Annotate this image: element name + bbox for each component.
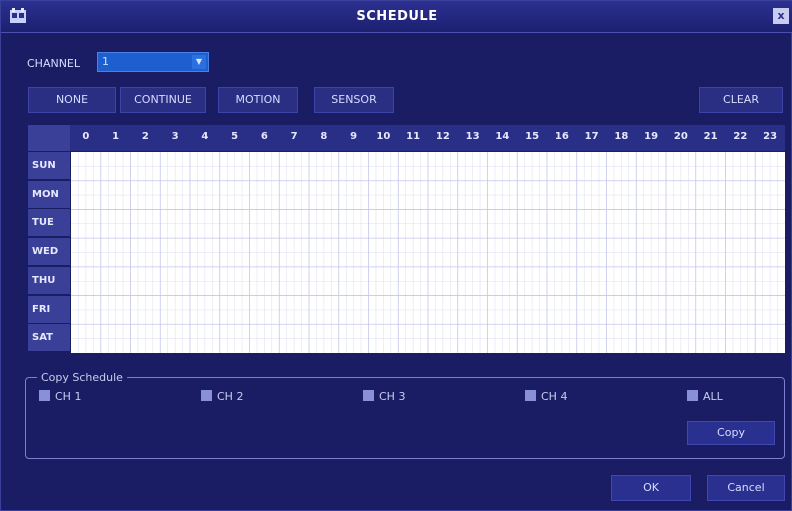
chevron-down-icon[interactable]: ▼ — [192, 55, 206, 69]
copy-schedule-title: Copy Schedule — [37, 371, 127, 384]
day-label[interactable]: TUE — [28, 209, 70, 238]
checkbox-icon[interactable] — [39, 390, 50, 401]
hour-label: 9 — [350, 131, 358, 142]
channel-value: 1 — [102, 55, 109, 68]
channel-select[interactable]: 1 ▼ — [97, 52, 209, 72]
checkbox-label: CH 1 — [55, 390, 82, 403]
mode-motion-button[interactable]: MOTION — [218, 87, 298, 113]
hour-label: 4 — [201, 131, 209, 142]
checkbox-ch3[interactable]: CH 3 — [363, 390, 405, 403]
channel-label: CHANNEL — [27, 57, 81, 70]
hour-label: 22 — [733, 131, 748, 142]
checkbox-ch1[interactable]: CH 1 — [39, 390, 81, 403]
hour-label: 17 — [584, 131, 599, 142]
schedule-dialog: SCHEDULE x CHANNEL 1 ▼ NONE CONTINUE MOT… — [0, 0, 792, 511]
hour-label: 13 — [465, 131, 480, 142]
hour-label: 3 — [171, 131, 179, 142]
mode-none-button[interactable]: NONE — [28, 87, 116, 113]
day-label[interactable]: WED — [28, 238, 70, 267]
hour-label: 11 — [406, 131, 421, 142]
day-label[interactable]: THU — [28, 266, 70, 295]
day-label[interactable]: MON — [28, 180, 70, 209]
title-bar: SCHEDULE x — [1, 1, 792, 33]
mode-sensor-button[interactable]: SENSOR — [314, 87, 394, 113]
schedule-grid-lines — [71, 152, 785, 353]
hour-label: 21 — [703, 131, 718, 142]
ok-button[interactable]: OK — [611, 475, 691, 501]
hour-label: 2 — [141, 131, 149, 142]
clear-button[interactable]: CLEAR — [699, 87, 783, 113]
day-label[interactable]: SAT — [28, 324, 70, 353]
checkbox-icon[interactable] — [201, 390, 212, 401]
checkbox-label: ALL — [703, 390, 723, 403]
hour-label: 6 — [260, 131, 268, 142]
hour-label: 23 — [763, 131, 778, 142]
checkbox-ch2[interactable]: CH 2 — [201, 390, 243, 403]
checkbox-ch4[interactable]: CH 4 — [525, 390, 567, 403]
hour-label: 18 — [614, 131, 629, 142]
window-title: SCHEDULE — [356, 9, 438, 24]
hour-label: 14 — [495, 131, 510, 142]
schedule-grid[interactable] — [71, 152, 785, 353]
checkbox-icon[interactable] — [363, 390, 374, 401]
checkbox-icon[interactable] — [525, 390, 536, 401]
close-button[interactable]: x — [773, 8, 789, 24]
hour-label: 8 — [320, 131, 328, 142]
checkbox-label: CH 3 — [379, 390, 406, 403]
hour-label: 15 — [525, 131, 540, 142]
hour-label: 20 — [673, 131, 688, 142]
day-label[interactable]: FRI — [28, 295, 70, 324]
hour-label: 5 — [231, 131, 239, 142]
mode-continue-button[interactable]: CONTINUE — [120, 87, 206, 113]
hour-label: 7 — [290, 131, 298, 142]
checkbox-label: CH 2 — [217, 390, 244, 403]
hour-label: 19 — [644, 131, 659, 142]
cancel-button[interactable]: Cancel — [707, 475, 785, 501]
grid-corner — [28, 125, 70, 151]
hour-label: 10 — [376, 131, 391, 142]
day-label[interactable]: SUN — [28, 152, 70, 180]
hour-label: 12 — [435, 131, 450, 142]
hour-label: 16 — [554, 131, 569, 142]
checkbox-label: CH 4 — [541, 390, 568, 403]
checkbox-all[interactable]: ALL — [687, 390, 723, 403]
hour-label: 0 — [82, 131, 90, 142]
copy-button[interactable]: Copy — [687, 421, 775, 445]
hour-label: 1 — [112, 131, 120, 142]
checkbox-icon[interactable] — [687, 390, 698, 401]
